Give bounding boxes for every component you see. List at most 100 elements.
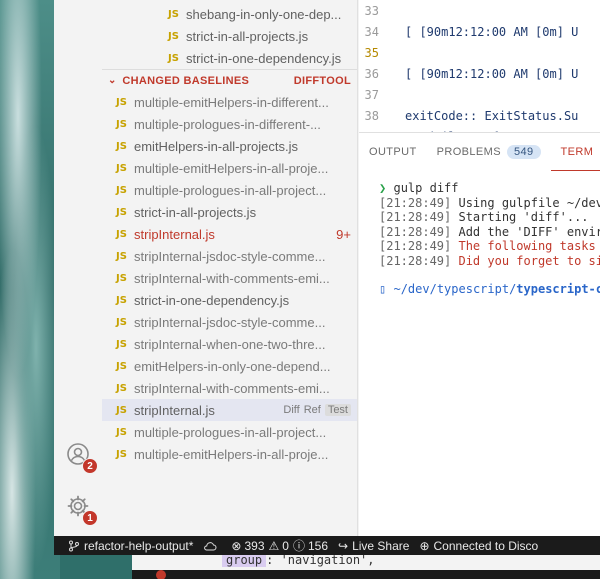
tab-problems[interactable]: PROBLEMS 549 — [427, 133, 551, 171]
code-text: exitCode:: ExitStatus.Su — [405, 108, 579, 123]
background-value: : 'navigation', — [266, 555, 375, 567]
file-name: shebang-in-only-one-dep... — [186, 6, 342, 22]
changed-file-item[interactable]: JS emitHelpers-in-only-one-depend... — [102, 355, 357, 377]
action-test-button[interactable]: Test — [324, 404, 351, 416]
discord-label: Connected to Disco — [433, 538, 539, 553]
cloud-sync-icon — [204, 541, 217, 550]
changed-file-item[interactable]: JS emitHelpers-in-all-projects.js — [102, 135, 357, 157]
js-file-icon: JS — [116, 294, 127, 306]
js-file-icon: JS — [116, 96, 127, 108]
file-name: stripInternal.js — [134, 226, 215, 242]
js-file-icon: JS — [116, 382, 127, 394]
changed-file-item[interactable]: JS multiple-emitHelpers-in-all-proje... — [102, 157, 357, 179]
warning-count: 0 — [282, 538, 289, 553]
action-diff-button[interactable]: Diff — [283, 404, 299, 416]
js-file-icon: JS — [116, 338, 127, 350]
code-line: 36 [ [90m12:12:00 AM [0m] U — [359, 63, 600, 84]
live-share-button[interactable]: ↪ Live Share — [338, 539, 409, 553]
file-name: multiple-emitHelpers-in-all-proje... — [134, 446, 329, 462]
changed-file-item[interactable]: JS stripInternal.js Diff Ref Test — [102, 399, 357, 421]
js-file-icon: JS — [168, 30, 179, 42]
file-name: stripInternal-jsdoc-style-comme... — [134, 248, 326, 264]
changed-file-item[interactable]: JS stripInternal-with-comments-emi... — [102, 377, 357, 399]
file-name: strict-in-one-dependency.js — [134, 292, 290, 308]
changed-file-item[interactable]: JS multiple-emitHelpers-in-different... — [102, 91, 357, 113]
desktop-wallpaper — [0, 0, 60, 579]
file-item[interactable]: JS strict-in-all-projects.js — [102, 25, 357, 47]
chevron-down-icon: ⌄ — [108, 75, 117, 86]
warning-icon: ⚠ — [268, 538, 280, 553]
command-text: gulp diff — [393, 181, 459, 195]
panel-tabs: OUTPUT PROBLEMS 549 TERM — [359, 133, 600, 171]
vscode-window: 2 1 JS shebang-in-only-one-dep... JS strict… — [54, 0, 600, 555]
top-file-list: JS shebang-in-only-one-dep... JS strict-in-… — [102, 0, 357, 69]
terminal-output[interactable]: ❯ gulp diff [21:28:49] Using gulpfile ~/d… — [359, 171, 600, 297]
file-name: multiple-prologues-in-all-project... — [134, 182, 327, 198]
tab-output[interactable]: OUTPUT — [359, 133, 427, 171]
error-count: 393 — [244, 538, 265, 553]
timestamp: [21:28:49] — [379, 239, 452, 253]
code-line: 37 — [359, 84, 600, 105]
problem-count-badge: 9+ — [336, 226, 351, 242]
file-item[interactable]: JS strict-in-one-dependency.js — [102, 47, 357, 69]
problems-indicator[interactable]: ⊗ 393 ⚠ 0 ⓘ 156 — [231, 537, 328, 554]
js-file-icon: JS — [168, 52, 179, 64]
js-file-icon: JS — [116, 316, 127, 328]
line-number: 36 — [364, 66, 379, 81]
changed-file-item[interactable]: JS stripInternal-jsdoc-style-comme... — [102, 311, 357, 333]
file-name: multiple-emitHelpers-in-all-proje... — [134, 160, 329, 176]
code-editor[interactable]: 33 34 [ [90m12:12:00 AM [0m] U 35 36 [ [90m12… — [359, 0, 600, 132]
changed-baselines-header[interactable]: ⌄ CHANGED BASELINES DIFFTOOL — [102, 69, 357, 91]
js-file-icon: JS — [116, 404, 127, 416]
folder-icon: ▯ — [379, 282, 387, 296]
file-name: stripInternal-jsdoc-style-comme... — [134, 314, 326, 330]
changed-file-item[interactable]: JS stripInternal.js 9+ — [102, 223, 357, 245]
file-name: stripInternal-with-comments-emi... — [134, 270, 330, 286]
file-item[interactable]: JS shebang-in-only-one-dep... — [102, 3, 357, 25]
info-count: 156 — [307, 538, 328, 553]
js-file-icon: JS — [116, 184, 127, 196]
file-name: stripInternal-when-one-two-thre... — [134, 336, 326, 352]
changed-file-item[interactable]: JS multiple-prologues-in-all-project... — [102, 421, 357, 443]
code-text: [ [90m12:12:00 AM [0m] U — [405, 24, 579, 39]
file-name: emitHelpers-in-all-projects.js — [134, 138, 298, 154]
accounts-badge: 2 — [82, 458, 98, 474]
changed-file-item[interactable]: JS stripInternal-jsdoc-style-comme... — [102, 245, 357, 267]
changed-file-list: JS multiple-emitHelpers-in-different... JS… — [102, 91, 357, 465]
changed-file-item[interactable]: JS multiple-emitHelpers-in-all-proje... — [102, 443, 357, 465]
bottom-panel: OUTPUT PROBLEMS 549 TERM ❯ gulp diff [21:… — [359, 132, 600, 536]
accounts-button[interactable]: 2 — [64, 440, 98, 474]
branch-indicator[interactable]: refactor-help-output* — [68, 539, 193, 553]
discord-status[interactable]: ⊕ Connected to Disco — [419, 539, 538, 553]
section-title: CHANGED BASELINES — [122, 74, 250, 87]
js-file-icon: JS — [116, 118, 127, 130]
terminal-prompt-line: ▯ ~/dev/typescript/typescript-co — [379, 282, 600, 297]
js-file-icon: JS — [116, 162, 127, 174]
changed-file-item[interactable]: JS multiple-prologues-in-different-... — [102, 113, 357, 135]
log-text: Add the 'DIFF' enviro — [458, 224, 600, 239]
difftool-button[interactable]: DIFFTOOL — [294, 75, 357, 87]
changed-file-item[interactable]: JS stripInternal-when-one-two-thre... — [102, 333, 357, 355]
js-file-icon: JS — [116, 140, 127, 152]
sync-button[interactable] — [203, 540, 221, 552]
js-file-icon: JS — [168, 8, 179, 20]
changed-file-item[interactable]: JS stripInternal-with-comments-emi... — [102, 267, 357, 289]
changed-file-item[interactable]: JS strict-in-all-projects.js — [102, 201, 357, 223]
timestamp: [21:28:49] — [379, 210, 452, 224]
action-ref-button[interactable]: Ref — [304, 404, 321, 416]
manage-settings-button[interactable]: 1 — [64, 492, 98, 526]
js-file-icon: JS — [116, 250, 127, 262]
activity-bar: 2 1 — [54, 0, 102, 536]
log-text: Did you forget to sig — [458, 253, 600, 268]
js-file-icon: JS — [116, 228, 127, 240]
changed-file-item[interactable]: JS strict-in-one-dependency.js — [102, 289, 357, 311]
terminal-line: [21:28:49] Add the 'DIFF' enviro — [379, 225, 600, 240]
info-icon: ⓘ — [292, 539, 305, 553]
line-number: 34 — [364, 24, 379, 39]
changed-file-item[interactable]: JS multiple-prologues-in-all-project... — [102, 179, 357, 201]
code-line: 34 [ [90m12:12:00 AM [0m] U — [359, 21, 600, 42]
tab-problems-label: PROBLEMS — [436, 146, 501, 158]
js-file-icon: JS — [116, 206, 127, 218]
code-text: [ [90m12:12:00 AM [0m] U — [405, 66, 579, 81]
tab-terminal[interactable]: TERM — [550, 133, 600, 171]
